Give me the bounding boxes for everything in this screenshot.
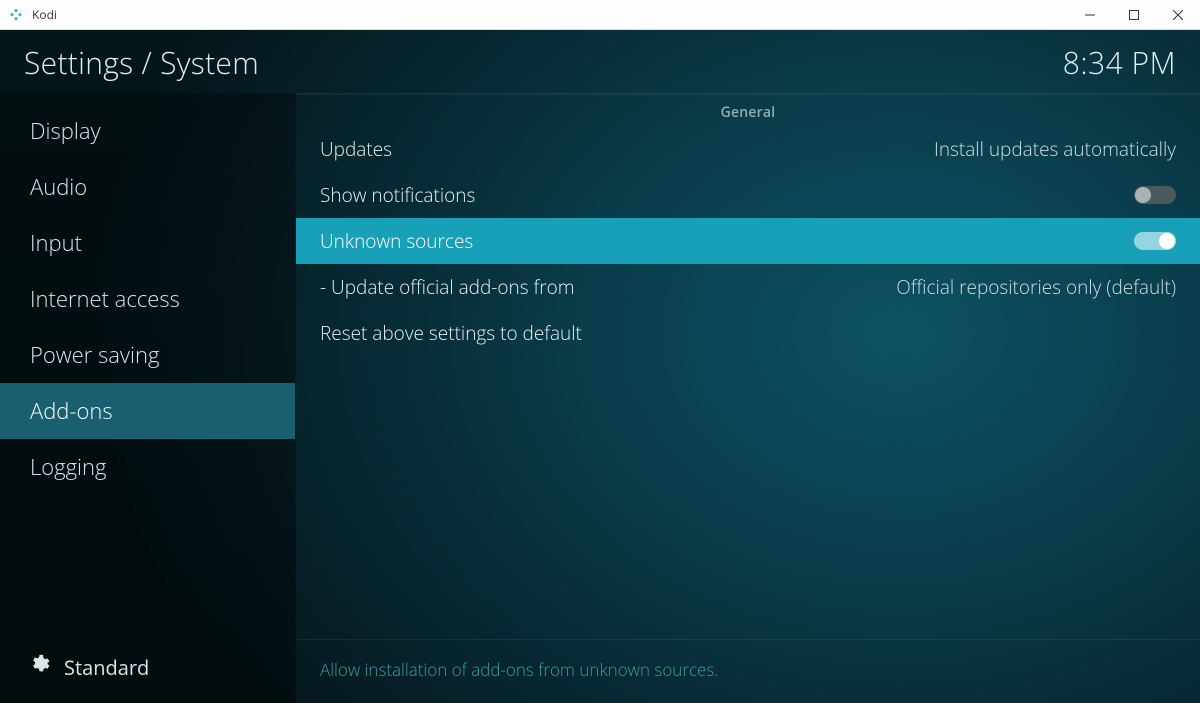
sidebar-item-display[interactable]: Display xyxy=(0,103,295,159)
section-header: General xyxy=(296,95,1200,126)
clock: 8:34 PM xyxy=(1063,42,1176,83)
setting-unknown-sources[interactable]: Unknown sources xyxy=(296,218,1200,264)
setting-label: Reset above settings to default xyxy=(320,320,1176,346)
gear-icon xyxy=(28,653,50,681)
sidebar-item-audio[interactable]: Audio xyxy=(0,159,295,215)
setting-value: Official repositories only (default) xyxy=(896,274,1176,300)
toggle-on-icon xyxy=(1134,232,1176,250)
sidebar-item-power-saving[interactable]: Power saving xyxy=(0,327,295,383)
sidebar-item-label: Add-ons xyxy=(30,396,113,426)
sidebar-item-logging[interactable]: Logging xyxy=(0,439,295,495)
app: Settings / System 8:34 PM Display Audio … xyxy=(0,30,1200,703)
breadcrumb: Settings / System xyxy=(24,42,259,83)
close-button[interactable] xyxy=(1156,0,1200,30)
sidebar-item-label: Audio xyxy=(30,172,87,202)
window-title: Kodi xyxy=(32,6,1068,23)
setting-label: Updates xyxy=(320,136,934,162)
sidebar: Display Audio Input Internet access Powe… xyxy=(0,93,296,703)
window-titlebar: Kodi xyxy=(0,0,1200,30)
content: Display Audio Input Internet access Powe… xyxy=(0,93,1200,703)
sidebar-item-internet-access[interactable]: Internet access xyxy=(0,271,295,327)
divider xyxy=(296,93,1200,95)
minimize-button[interactable] xyxy=(1068,0,1112,30)
setting-label: - Update official add-ons from xyxy=(320,274,896,300)
setting-show-notifications[interactable]: Show notifications xyxy=(296,172,1200,218)
window-controls xyxy=(1068,0,1200,30)
setting-value: Install updates automatically xyxy=(934,136,1176,162)
settings-level-label: Standard xyxy=(64,654,149,681)
setting-updates[interactable]: Updates Install updates automatically xyxy=(296,126,1200,172)
sidebar-item-label: Input xyxy=(30,228,82,258)
sidebar-item-label: Internet access xyxy=(30,284,180,314)
header: Settings / System 8:34 PM xyxy=(0,30,1200,93)
settings-level-button[interactable]: Standard xyxy=(0,635,295,703)
settings-panel: General Updates Install updates automati… xyxy=(296,93,1200,703)
sidebar-item-label: Logging xyxy=(30,452,106,482)
maximize-button[interactable] xyxy=(1112,0,1156,30)
sidebar-item-input[interactable]: Input xyxy=(0,215,295,271)
setting-label: Show notifications xyxy=(320,182,1134,208)
setting-description: Allow installation of add-ons from unkno… xyxy=(296,639,1200,703)
sidebar-item-label: Display xyxy=(30,116,101,146)
setting-label: Unknown sources xyxy=(320,228,1134,254)
sidebar-item-label: Power saving xyxy=(30,340,159,370)
toggle-off-icon xyxy=(1134,186,1176,204)
sidebar-item-add-ons[interactable]: Add-ons xyxy=(0,383,295,439)
setting-reset-defaults[interactable]: Reset above settings to default xyxy=(296,310,1200,356)
setting-update-official-addons[interactable]: - Update official add-ons from Official … xyxy=(296,264,1200,310)
app-icon xyxy=(8,7,24,23)
